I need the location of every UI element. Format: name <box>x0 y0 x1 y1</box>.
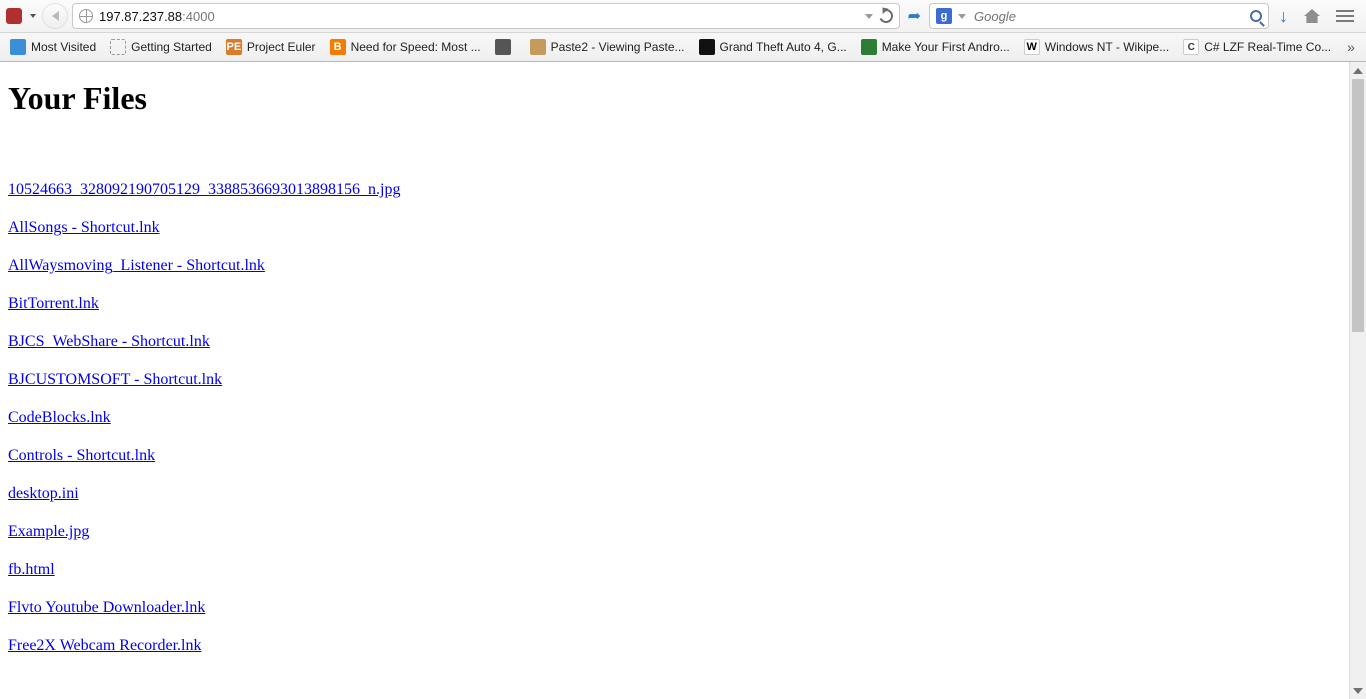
file-link[interactable]: CodeBlocks.lnk <box>8 409 111 427</box>
page-viewport: Your Files 10524663_328092190705129_3388… <box>0 62 1366 699</box>
favicon-icon: C <box>1183 39 1199 55</box>
bookmark-item[interactable]: Most Visited <box>4 37 102 57</box>
reload-icon[interactable] <box>877 7 895 25</box>
bookmark-label: Getting Started <box>131 40 212 54</box>
url-port: :4000 <box>182 9 215 24</box>
chevron-up-icon <box>1353 68 1363 74</box>
favicon-icon <box>10 39 26 55</box>
bookmark-label: Most Visited <box>31 40 96 54</box>
scroll-track[interactable] <box>1350 79 1366 682</box>
file-link[interactable]: BJCS_WebShare - Shortcut.lnk <box>8 333 210 351</box>
favicon-icon <box>495 39 511 55</box>
bookmark-label: Need for Speed: Most ... <box>351 40 481 54</box>
bookmarks-bar: Most Visited Getting Started PE Project Eul… <box>0 33 1366 62</box>
file-link[interactable]: fb.html <box>8 561 55 579</box>
downloads-icon[interactable]: ↓ <box>1279 6 1288 27</box>
file-list: 10524663_328092190705129_338853669301389… <box>0 181 1349 655</box>
scroll-down-button[interactable] <box>1350 682 1366 699</box>
file-link[interactable]: Example.jpg <box>8 523 89 541</box>
bookmarks-overflow-icon[interactable]: » <box>1339 39 1364 55</box>
bookmark-label: Project Euler <box>247 40 316 54</box>
url-text: 197.87.237.88:4000 <box>99 9 859 24</box>
bookmark-item[interactable]: B Need for Speed: Most ... <box>324 37 487 57</box>
file-link[interactable]: Flvto Youtube Downloader.lnk <box>8 599 205 617</box>
file-link[interactable]: 10524663_328092190705129_338853669301389… <box>8 181 400 199</box>
search-engine-chip[interactable]: g <box>936 8 952 24</box>
bookmark-item[interactable]: Paste2 - Viewing Paste... <box>524 37 691 57</box>
hamburger-menu-icon[interactable] <box>1336 10 1354 22</box>
file-link[interactable]: AllSongs - Shortcut.lnk <box>8 219 160 237</box>
share-icon[interactable]: ➦ <box>908 6 921 26</box>
favicon-icon <box>861 39 877 55</box>
globe-icon <box>79 9 93 23</box>
favicon-icon: B <box>330 39 346 55</box>
browser-navbar: 197.87.237.88:4000 ➦ g ↓ <box>0 0 1366 33</box>
search-icon[interactable] <box>1250 10 1262 22</box>
bookmark-label: C# LZF Real-Time Co... <box>1204 40 1331 54</box>
bookmark-label: Make Your First Andro... <box>882 40 1010 54</box>
favicon-icon <box>530 39 546 55</box>
arrow-left-icon <box>52 11 59 21</box>
bookmark-label: Windows NT - Wikipe... <box>1045 40 1169 54</box>
file-link[interactable]: Controls - Shortcut.lnk <box>8 447 155 465</box>
search-engine-dropdown-icon[interactable] <box>958 14 966 19</box>
home-icon[interactable] <box>1304 9 1320 23</box>
search-input[interactable] <box>972 8 1244 25</box>
app-icon <box>6 8 22 24</box>
app-menu-caret-icon[interactable] <box>30 14 36 18</box>
bookmark-item[interactable] <box>489 37 522 57</box>
favicon-icon: PE <box>226 39 242 55</box>
file-link[interactable]: AllWaysmoving_Listener - Shortcut.lnk <box>8 257 265 275</box>
favicon-icon: W <box>1024 39 1040 55</box>
back-button[interactable] <box>42 3 68 29</box>
bookmark-item[interactable]: C C# LZF Real-Time Co... <box>1177 37 1337 57</box>
bookmark-label: Grand Theft Auto 4, G... <box>720 40 847 54</box>
bookmark-item[interactable]: Grand Theft Auto 4, G... <box>693 37 853 57</box>
bookmark-item[interactable]: Getting Started <box>104 37 218 57</box>
favicon-icon <box>699 39 715 55</box>
scroll-up-button[interactable] <box>1350 62 1366 79</box>
page-content: Your Files 10524663_328092190705129_3388… <box>0 62 1349 699</box>
file-link[interactable]: desktop.ini <box>8 485 79 503</box>
bookmark-label: Paste2 - Viewing Paste... <box>551 40 685 54</box>
search-bar[interactable]: g <box>929 3 1269 29</box>
url-host: 197.87.237.88 <box>99 9 182 24</box>
bookmark-item[interactable]: PE Project Euler <box>220 37 322 57</box>
chevron-down-icon <box>1353 688 1363 694</box>
bookmark-item[interactable]: W Windows NT - Wikipe... <box>1018 37 1175 57</box>
file-link[interactable]: BJCUSTOMSOFT - Shortcut.lnk <box>8 371 222 389</box>
address-bar[interactable]: 197.87.237.88:4000 <box>72 3 900 29</box>
scroll-thumb[interactable] <box>1352 79 1364 332</box>
vertical-scrollbar[interactable] <box>1349 62 1366 699</box>
page-title: Your Files <box>8 80 1341 117</box>
bookmark-item[interactable]: Make Your First Andro... <box>855 37 1016 57</box>
url-history-dropdown-icon[interactable] <box>865 14 873 19</box>
favicon-icon <box>110 39 126 55</box>
file-link[interactable]: BitTorrent.lnk <box>8 295 99 313</box>
file-link[interactable]: Free2X Webcam Recorder.lnk <box>8 637 201 655</box>
